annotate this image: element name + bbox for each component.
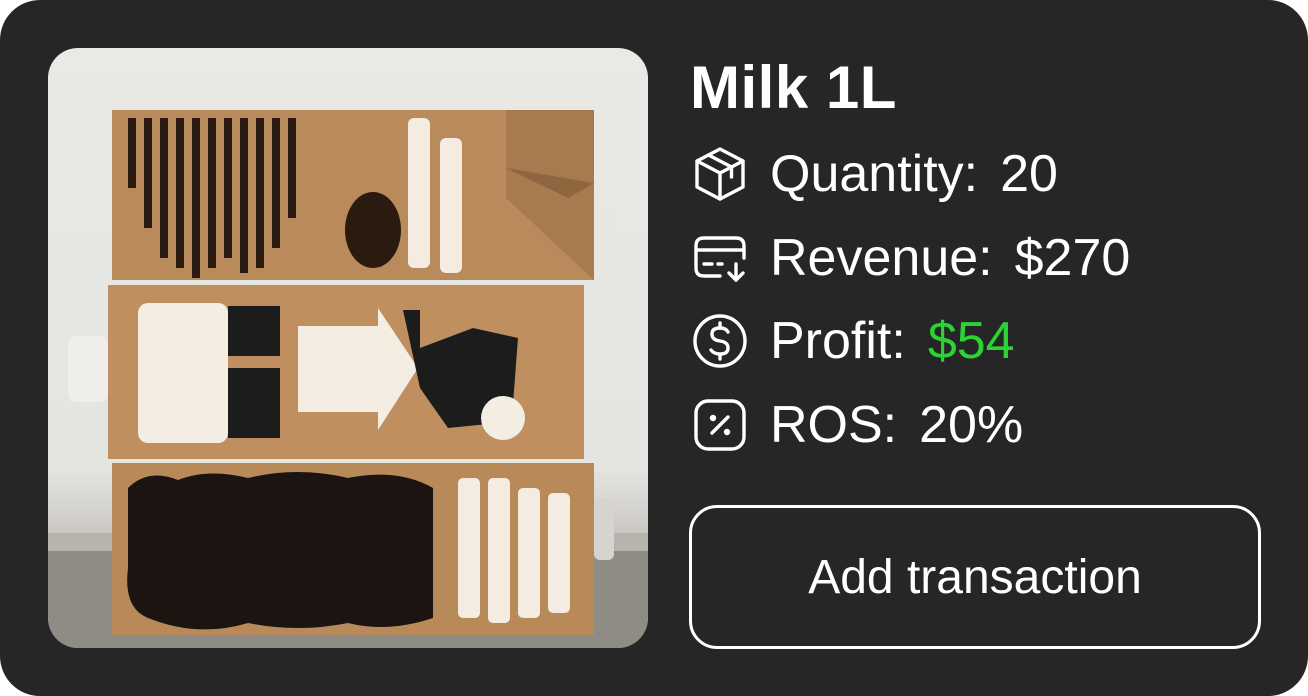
profit-value: $54 [927, 312, 1015, 370]
product-card: Milk 1L Quantity: 20 Revenue: $270 Profi… [0, 0, 1308, 696]
stat-quantity: Quantity: 20 [690, 142, 1058, 206]
product-title: Milk 1L [690, 54, 897, 121]
quantity-label: Quantity: [770, 145, 979, 203]
stat-ros: ROS: 20% [690, 393, 1023, 457]
add-transaction-button[interactable]: Add transaction [689, 505, 1261, 649]
revenue-label: Revenue: [770, 229, 993, 287]
ros-value: 20% [919, 396, 1024, 454]
product-image [48, 48, 648, 648]
oat-milk-cartons-illustration [48, 110, 648, 648]
revenue-value: $270 [1014, 229, 1131, 287]
dollar-circle-icon [690, 311, 750, 371]
stat-profit: Profit: $54 [690, 309, 1015, 373]
card-receive-icon [690, 228, 750, 288]
quantity-value: 20 [1000, 145, 1058, 203]
percent-square-icon [690, 395, 750, 455]
profit-label: Profit: [770, 312, 906, 370]
ros-label: ROS: [770, 396, 898, 454]
box-icon [690, 144, 750, 204]
stat-revenue: Revenue: $270 [690, 226, 1130, 290]
